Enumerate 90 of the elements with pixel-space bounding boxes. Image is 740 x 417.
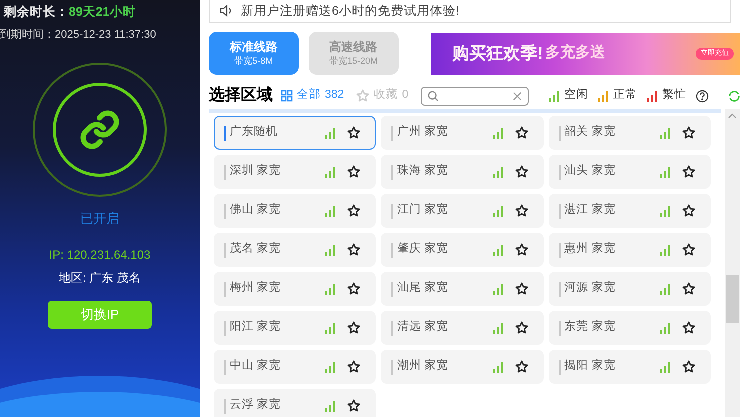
star-icon[interactable]	[347, 126, 362, 140]
star-icon[interactable]	[347, 165, 362, 179]
signal-icon	[325, 128, 336, 138]
region-card[interactable]: 广东随机	[214, 116, 376, 150]
speaker-icon	[220, 5, 233, 17]
region-card[interactable]: 潮州 家宽	[381, 350, 544, 384]
region-card[interactable]: 阳江 家宽	[214, 311, 376, 345]
signal-icon	[660, 244, 670, 256]
region-card[interactable]: 河源 家宽	[548, 272, 711, 306]
remaining-time: 89天21小时	[69, 4, 136, 21]
legend-label: 正常	[614, 88, 638, 104]
signal-icon	[660, 362, 670, 372]
star-icon[interactable]	[347, 399, 362, 413]
section-title: 选择区域	[209, 86, 273, 106]
remaining-label: 剩余时长：	[4, 4, 69, 21]
connect-button[interactable]	[53, 83, 147, 178]
search-field[interactable]	[420, 86, 529, 106]
signal-icon	[660, 128, 670, 138]
star-icon[interactable]	[514, 360, 529, 374]
star-icon[interactable]	[514, 282, 529, 296]
region-card[interactable]: 广州 家宽	[381, 116, 544, 150]
banner-headline: 购买狂欢季!	[452, 42, 544, 65]
star-icon[interactable]	[682, 282, 696, 296]
star-icon[interactable]	[682, 204, 696, 218]
region-card[interactable]: 汕头 家宽	[548, 155, 711, 189]
region-card[interactable]: 深圳 家宽	[214, 155, 376, 189]
region-card[interactable]: 梅州 家宽	[214, 272, 376, 306]
region-card[interactable]: 肇庆 家宽	[381, 233, 544, 267]
region-card[interactable]: 佛山 家宽	[214, 194, 376, 228]
star-icon[interactable]	[347, 282, 362, 296]
region-text: 地区: 广东 茂名	[58, 270, 141, 287]
notice-text: 新用户注册赠送6小时的免费试用体验!	[241, 2, 460, 20]
signal-icon	[325, 362, 336, 372]
signal-icon	[492, 322, 503, 334]
star-icon[interactable]	[682, 126, 696, 140]
signal-icon	[492, 244, 503, 256]
expiry-time: 2025-12-23 11:37:30	[55, 28, 156, 43]
connection-status: 已开启	[80, 210, 120, 228]
region-card[interactable]: 珠海 家宽	[381, 155, 544, 189]
legend-label: 空闲	[564, 87, 589, 104]
signal-icon	[660, 206, 670, 216]
star-icon[interactable]	[682, 165, 696, 179]
help-icon[interactable]	[696, 90, 709, 102]
region-card[interactable]: 惠州 家宽	[548, 233, 711, 267]
region-card[interactable]: 中山 家宽	[214, 350, 376, 384]
link-icon	[79, 109, 121, 152]
search-icon	[428, 90, 439, 102]
region-card[interactable]: 茂名 家宽	[214, 233, 376, 267]
signal-icon	[325, 166, 336, 178]
signal-icon	[325, 400, 336, 412]
region-card[interactable]: 湛江 家宽	[548, 194, 711, 228]
star-icon[interactable]	[347, 360, 362, 374]
grid-icon	[281, 90, 293, 102]
scrollbar[interactable]	[725, 109, 740, 417]
star-icon[interactable]	[514, 126, 529, 140]
region-card[interactable]: 清远 家宽	[381, 311, 544, 345]
scroll-thumb[interactable]	[726, 275, 739, 323]
signal-icon	[325, 284, 336, 294]
signal-icon	[660, 284, 670, 294]
region-card[interactable]: 汕尾 家宽	[381, 272, 544, 306]
expiry-label: 到期时间：	[0, 28, 55, 43]
region-card[interactable]: 云浮 家宽	[214, 389, 376, 417]
star-icon[interactable]	[514, 243, 529, 257]
region-card[interactable]: 韶关 家宽	[548, 116, 711, 150]
star-icon[interactable]	[682, 321, 696, 335]
star-icon[interactable]	[514, 165, 529, 179]
legend-label: 繁忙	[662, 88, 687, 104]
signal-icon	[492, 166, 503, 178]
signal-icon	[660, 322, 670, 334]
signal-icon	[492, 284, 503, 294]
star-icon[interactable]	[347, 204, 362, 218]
signal-icon	[325, 322, 336, 334]
signal-icon	[492, 206, 503, 216]
signal-icon	[660, 166, 670, 178]
signal-icon	[492, 128, 503, 138]
ip-address: IP: 120.231.64.103	[49, 246, 151, 264]
star-icon[interactable]	[682, 243, 696, 257]
signal-icon	[325, 206, 336, 216]
star-icon[interactable]	[347, 321, 362, 335]
star-icon[interactable]	[347, 243, 362, 257]
signal-icon	[492, 362, 503, 372]
star-icon[interactable]	[514, 204, 529, 218]
star-icon[interactable]	[514, 321, 529, 335]
banner-tagline: 多充多送	[545, 43, 606, 64]
region-card[interactable]: 东莞 家宽	[548, 311, 711, 345]
region-card[interactable]: 江门 家宽	[381, 194, 544, 228]
clear-icon[interactable]	[512, 92, 522, 100]
region-card[interactable]: 揭阳 家宽	[548, 350, 711, 384]
star-icon[interactable]	[682, 360, 696, 374]
signal-icon	[325, 244, 336, 256]
